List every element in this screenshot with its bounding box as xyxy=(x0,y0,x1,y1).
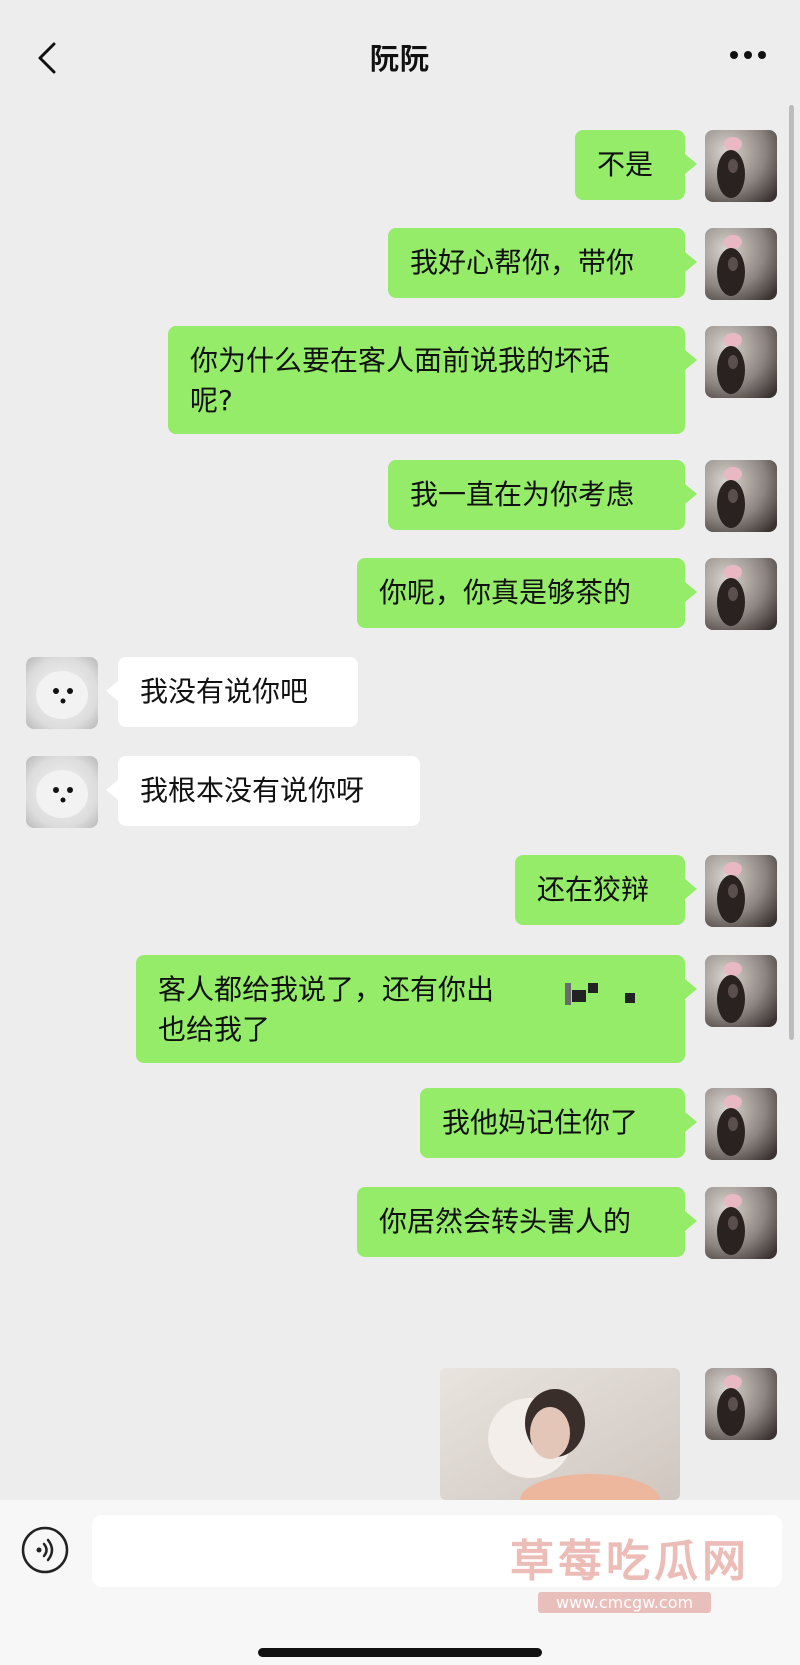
message-bubble[interactable]: 你居然会转头害人的 xyxy=(357,1187,697,1257)
message-bubble[interactable]: 我一直在为你考虑 xyxy=(388,460,697,530)
home-indicator xyxy=(258,1648,542,1657)
my-avatar[interactable] xyxy=(705,326,777,398)
my-avatar[interactable] xyxy=(705,460,777,532)
message-bubble[interactable]: 不是 xyxy=(575,130,697,200)
voice-button[interactable] xyxy=(20,1525,70,1575)
contact-avatar[interactable] xyxy=(26,657,98,729)
more-options-button[interactable] xyxy=(726,40,770,70)
watermark-text: 草莓吃瓜网 xyxy=(510,1536,750,1587)
message-bubble[interactable]: 我没有说你吧 xyxy=(106,657,358,727)
my-avatar[interactable] xyxy=(705,1368,777,1440)
message-bubble[interactable]: 还在狡辩 xyxy=(515,855,697,925)
more-dots-icon xyxy=(730,51,766,59)
message-bubble[interactable]: 我好心帮你，带你 xyxy=(388,228,697,298)
my-avatar[interactable] xyxy=(705,228,777,300)
message-bubble[interactable]: 客人都给我说了，还有你出 也给我了 xyxy=(136,955,697,1063)
my-avatar[interactable] xyxy=(705,1088,777,1160)
voice-input-icon xyxy=(21,1526,69,1574)
my-avatar[interactable] xyxy=(705,130,777,202)
chat-scrollbar[interactable] xyxy=(789,105,794,1040)
message-bubble[interactable]: 我他妈记住你了 xyxy=(420,1088,697,1158)
my-avatar[interactable] xyxy=(705,558,777,630)
message-bubble[interactable]: 我根本没有说你呀 xyxy=(106,756,420,826)
message-bubble[interactable]: 你呢，你真是够茶的 xyxy=(357,558,697,628)
message-bubble[interactable]: 你为什么要在客人面前说我的坏话 呢? xyxy=(168,326,697,434)
photo-message[interactable] xyxy=(440,1368,680,1500)
my-avatar[interactable] xyxy=(705,855,777,927)
chat-title: 阮阮 xyxy=(369,42,430,76)
chat-header: 阮阮 xyxy=(0,0,800,105)
watermark-url: www.cmcgw.com xyxy=(538,1592,712,1613)
contact-avatar[interactable] xyxy=(26,756,98,828)
my-avatar[interactable] xyxy=(705,955,777,1027)
my-avatar[interactable] xyxy=(705,1187,777,1259)
